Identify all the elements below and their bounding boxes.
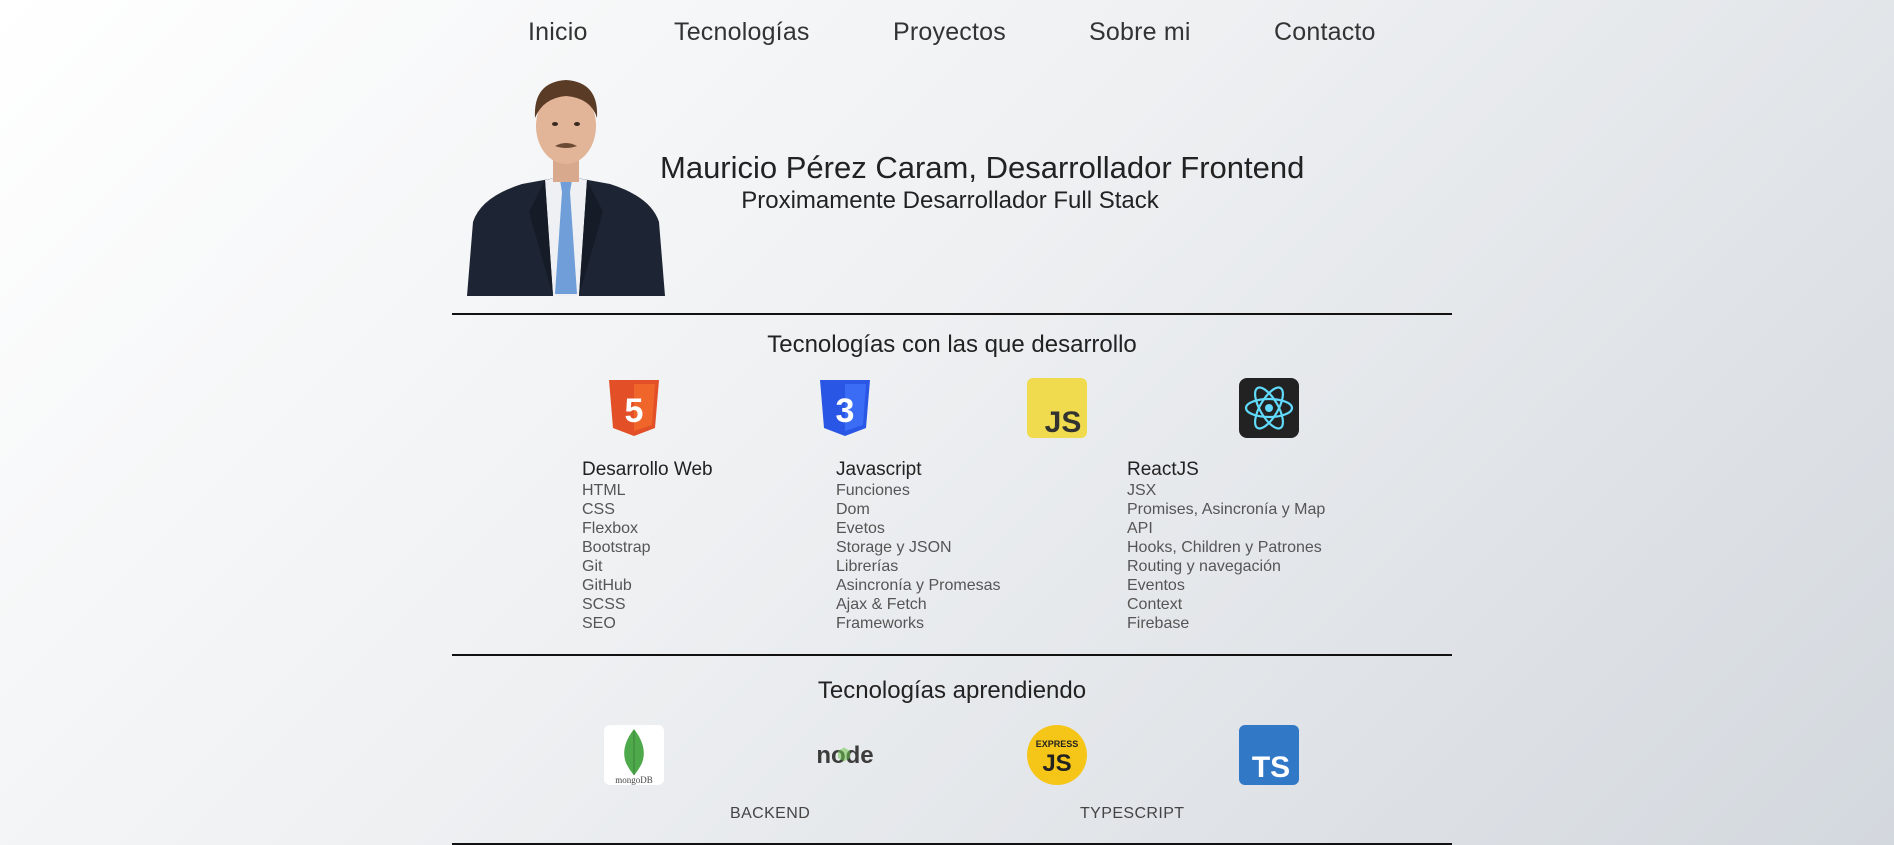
skill-item: Evetos: [836, 520, 885, 537]
skill-list: JSX Promises, Asincronía y Map API Hooks…: [1127, 481, 1325, 633]
skill-item: Eventos: [1127, 577, 1185, 594]
skill-item: Bootstrap: [582, 539, 651, 556]
learning-label-typescript: TYPESCRIPT: [1080, 805, 1185, 822]
skill-item: SCSS: [582, 596, 626, 613]
hero-subtitle: Proximamente Desarrollador Full Stack: [741, 187, 1159, 214]
nav-proyectos[interactable]: Proyectos: [893, 18, 1006, 47]
svg-text:5: 5: [625, 392, 644, 430]
skill-item: SEO: [582, 615, 616, 632]
mongodb-icon: mongoDB: [604, 725, 664, 785]
skill-item: GitHub: [582, 577, 632, 594]
column-title: Javascript: [836, 459, 922, 480]
skill-item: Promises, Asincronía y Map: [1127, 501, 1326, 518]
skill-item: CSS: [582, 501, 615, 518]
skill-item: Ajax & Fetch: [836, 596, 927, 613]
nav-inicio[interactable]: Inicio: [528, 18, 588, 47]
top-nav: Inicio Tecnologías Proyectos Sobre mi Co…: [0, 0, 1894, 66]
skill-item: Routing y navegación: [1127, 558, 1281, 575]
html5-icon: 5: [604, 378, 664, 438]
skill-item: Firebase: [1127, 615, 1190, 632]
typescript-icon: TS: [1239, 725, 1299, 785]
skill-item: HTML: [582, 482, 626, 499]
svg-text:3: 3: [836, 392, 855, 430]
expressjs-icon: EXPRESS JS: [1027, 725, 1087, 785]
column-title: ReactJS: [1127, 459, 1199, 480]
skill-item: Librerías: [836, 558, 899, 575]
hero-title: Mauricio Pérez Caram, Desarrollador Fron…: [660, 150, 1305, 185]
css3-icon: 3: [815, 378, 875, 438]
learning-label-backend: BACKEND: [730, 805, 811, 822]
svg-text:JS: JS: [1042, 750, 1071, 777]
skill-item: Flexbox: [582, 520, 639, 537]
learning-section-title: Tecnologías aprendiendo: [817, 677, 1087, 704]
tech-column-react: ReactJS JSX Promises, Asincronía y Map A…: [1127, 459, 1325, 633]
svg-text:mongoDB: mongoDB: [615, 775, 653, 785]
skill-item: Frameworks: [836, 615, 925, 632]
profile-photo: [467, 72, 665, 296]
tech-column-javascript: Javascript Funciones Dom Evetos Storage …: [836, 459, 1001, 633]
react-icon: [1239, 378, 1299, 438]
nav-tecnologias[interactable]: Tecnologías: [674, 18, 810, 47]
skill-item: API: [1127, 520, 1153, 537]
column-title: Desarrollo Web: [582, 459, 713, 480]
section-divider: [452, 313, 1452, 315]
nav-contacto[interactable]: Contacto: [1274, 18, 1376, 47]
skill-item: Hooks, Children y Patrones: [1127, 539, 1322, 556]
nodejs-icon: node: [815, 725, 875, 785]
svg-text:TS: TS: [1252, 751, 1290, 784]
skill-item: Funciones: [836, 482, 910, 499]
tech-section-title: Tecnologías con las que desarrollo: [767, 331, 1137, 358]
skill-item: Context: [1127, 596, 1183, 613]
skill-item: Git: [582, 558, 603, 575]
javascript-icon: JS: [1027, 378, 1087, 439]
svg-text:JS: JS: [1045, 406, 1082, 438]
section-divider: [452, 654, 1452, 656]
skill-item: Dom: [836, 501, 870, 518]
skill-item: Storage y JSON: [836, 539, 952, 556]
tech-column-web: Desarrollo Web HTML CSS Flexbox Bootstra…: [582, 459, 713, 633]
skill-item: JSX: [1127, 482, 1157, 499]
nav-sobre-mi[interactable]: Sobre mi: [1089, 18, 1191, 47]
skill-list: HTML CSS Flexbox Bootstrap Git GitHub SC…: [582, 481, 713, 633]
skill-list: Funciones Dom Evetos Storage y JSON Libr…: [836, 481, 1001, 633]
svg-text:EXPRESS: EXPRESS: [1036, 739, 1079, 749]
skill-item: Asincronía y Promesas: [836, 577, 1001, 594]
